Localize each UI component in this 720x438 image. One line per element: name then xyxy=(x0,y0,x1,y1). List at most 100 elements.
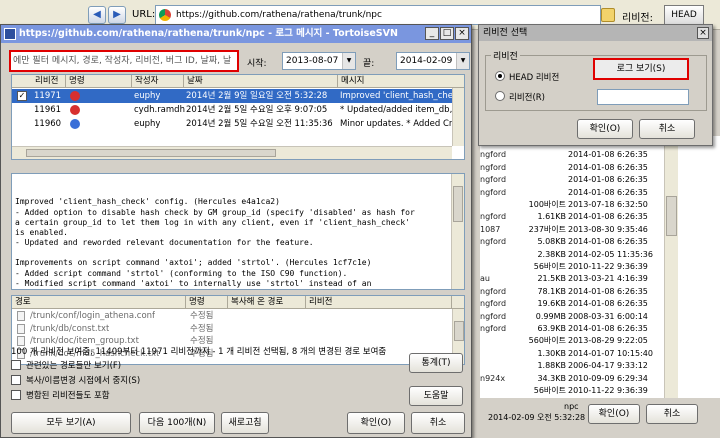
table-row[interactable]: ✓ 11971 euphy 2014년 2월 9일 일요일 오전 5:32:28 Imp… xyxy=(12,89,464,103)
file-size: 34.3KB xyxy=(537,373,566,383)
changed-path: /trunk/conf/login_athena.conf xyxy=(30,311,156,321)
file-date: 2014-01-08 6:26:35 xyxy=(568,324,648,333)
chevron-down-icon[interactable]: ▼ xyxy=(456,53,469,69)
file-icon xyxy=(17,323,25,334)
file-date: 2014-01-08 6:26:35 xyxy=(568,175,648,185)
head-revision-button[interactable]: HEAD xyxy=(664,5,704,25)
table-row[interactable]: /trunk/db/const.txt 수정됨 xyxy=(12,323,464,335)
repo-ok-button[interactable]: 확인(O) xyxy=(588,404,640,424)
refresh-url-icon[interactable] xyxy=(601,8,615,22)
file-date: 2010-09-09 6:29:34 xyxy=(568,373,648,383)
list-item[interactable]: ngford 2014-01-08 6:26:35 xyxy=(480,174,664,186)
revision-list-hscrollbar[interactable] xyxy=(12,146,452,159)
list-item[interactable]: ngford 78.1KB 2014-01-08 6:26:35 xyxy=(480,286,664,298)
column-header-revision[interactable]: 리비전 xyxy=(32,75,66,88)
relevant-paths-label: 관련있는 경로들만 보기(F) xyxy=(26,361,122,371)
revision-dialog-title: 리비전 선택 xyxy=(479,25,712,41)
column-header-path-action[interactable]: 명령 xyxy=(186,296,228,309)
file-date: 2013-08-29 9:22:05 xyxy=(568,336,648,346)
column-header-path-revision[interactable]: 리비전 xyxy=(306,296,452,309)
list-item[interactable]: ngford 0.99MB 2008-03-31 6:00:14 xyxy=(480,311,664,323)
close-icon[interactable]: × xyxy=(697,27,709,39)
relevant-paths-checkbox[interactable] xyxy=(11,360,21,370)
list-item[interactable]: 56바이트 2010-11-22 9:36:39 xyxy=(480,385,664,397)
back-arrow-icon[interactable]: ◀ xyxy=(88,6,106,24)
log-ok-button[interactable]: 확인(O) xyxy=(347,412,405,434)
list-item[interactable]: ngford 63.9KB 2014-01-08 6:26:35 xyxy=(480,323,664,335)
list-item[interactable]: 1087 237바이트 2013-08-30 9:35:46 xyxy=(480,224,664,236)
file-date: 2014-01-08 6:26:35 xyxy=(568,299,648,309)
repo-file-list-panel: 2013-11-19 5:21:51ngford2014-01-08 6:26:… xyxy=(480,136,720,438)
list-item[interactable]: 2.38KB 2014-02-05 11:35:36 xyxy=(480,249,664,261)
message-line: - Modified script command 'axtoi' to int… xyxy=(15,278,372,288)
specific-revision-radio[interactable] xyxy=(495,91,505,101)
current-path-date: 2014-02-09 오전 5:32:28 xyxy=(488,413,586,422)
minimize-icon[interactable]: _ xyxy=(425,27,439,40)
column-header-action[interactable]: 명령 xyxy=(66,75,132,88)
url-field[interactable]: https://github.com/rathena/rathena/trunk… xyxy=(155,5,601,25)
message-scrollbar[interactable] xyxy=(451,174,464,289)
revision-author: euphy xyxy=(134,91,161,101)
show-all-button[interactable]: 모두 보기(A) xyxy=(11,412,131,434)
maximize-icon[interactable]: □ xyxy=(440,27,454,40)
list-item[interactable]: ngford 19.6KB 2014-01-08 6:26:35 xyxy=(480,298,664,310)
table-row[interactable]: 11960 euphy 2014년 2월 5일 수요일 오전 11:35:36 Min… xyxy=(12,117,464,131)
close-icon[interactable]: × xyxy=(455,27,469,40)
revision-date: 2014년 2월 9일 일요일 오전 5:32:28 xyxy=(186,91,328,101)
list-item[interactable]: ngford 2014-01-08 6:26:35 xyxy=(480,162,664,174)
file-date: 2013-07-18 6:32:50 xyxy=(568,200,648,209)
refresh-button[interactable]: 새로고침 xyxy=(221,412,269,434)
list-item[interactable]: 1.30KB 2014-01-07 10:15:40 xyxy=(480,348,664,360)
include-merged-checkbox[interactable] xyxy=(11,390,21,400)
start-date-picker[interactable]: 2013-08-07 ▼ xyxy=(282,52,356,70)
log-cancel-button[interactable]: 취소 xyxy=(411,412,465,434)
revision-ok-button[interactable]: 확인(O) xyxy=(577,119,633,139)
end-date-picker[interactable]: 2014-02-09 ▼ xyxy=(396,52,470,70)
revision-list[interactable]: 리비전 명령 작성자 날짜 메시지 ✓ 11971 euphy 2014년 2월 9일… xyxy=(11,74,465,160)
head-revision-radio[interactable] xyxy=(495,71,505,81)
revision-date: 2014년 2월 5일 수요일 오전 11:35:36 xyxy=(186,119,333,129)
revision-cancel-button[interactable]: 취소 xyxy=(639,119,695,139)
log-message-text[interactable]: Improved 'client_hash_check' config. (He… xyxy=(11,173,465,290)
list-item[interactable]: 100바이트 2013-07-18 6:32:50 xyxy=(480,199,664,211)
message-line: - Added script command 'strtol' (conform… xyxy=(15,268,348,278)
message-line xyxy=(15,248,448,258)
file-size: 5.08KB xyxy=(537,237,566,247)
list-item[interactable]: 560바이트 2013-08-29 9:22:05 xyxy=(480,335,664,347)
list-item[interactable]: au 21.5KB 2013-03-21 4:16:39 xyxy=(480,273,664,285)
column-header-copied-from[interactable]: 복사해 온 경로 xyxy=(228,296,306,309)
list-item[interactable]: ngford 5.08KB 2014-01-08 6:26:35 xyxy=(480,236,664,248)
list-item[interactable]: ngford 2014-01-08 6:26:35 xyxy=(480,149,664,161)
file-size: 2.38KB xyxy=(537,249,566,259)
message-line: Improvements on script command 'axtoi'; … xyxy=(15,258,372,268)
row-checkbox[interactable]: ✓ xyxy=(17,91,27,101)
column-header-message[interactable]: 메시지 xyxy=(338,75,464,88)
tortoisesvn-icon xyxy=(4,28,16,40)
revision-number-input[interactable] xyxy=(597,89,689,105)
table-row[interactable]: /trunk/conf/login_athena.conf 수정됨 xyxy=(12,310,464,322)
column-header-date[interactable]: 날짜 xyxy=(184,75,338,88)
next-100-button[interactable]: 다음 100개(N) xyxy=(139,412,215,434)
message-line: - Updated and reworded relevant document… xyxy=(15,238,314,248)
list-item[interactable]: n924x 34.3KB 2010-09-09 6:29:34 xyxy=(480,373,664,385)
list-item[interactable]: 1.88KB 2006-04-17 9:33:12 xyxy=(480,360,664,372)
table-row[interactable]: 11961 cydh.ramdh 2014년 2월 5일 수요일 오후 9:07:0… xyxy=(12,103,464,117)
revision-list-scrollbar[interactable] xyxy=(452,88,464,146)
show-log-button[interactable]: 로그 보기(S) xyxy=(593,58,689,80)
path-action: 수정됨 xyxy=(190,323,214,334)
repo-list-scrollbar[interactable] xyxy=(664,136,678,398)
list-item[interactable]: ngford 1.61KB 2014-01-08 6:26:35 xyxy=(480,211,664,223)
help-button[interactable]: 도움말 xyxy=(409,386,463,406)
repo-cancel-button[interactable]: 취소 xyxy=(646,404,698,424)
forward-arrow-icon[interactable]: ▶ xyxy=(108,6,126,24)
chevron-down-icon[interactable]: ▼ xyxy=(342,53,355,69)
log-filter-input[interactable]: 에만 필터 메시지, 경로, 작성자, 리비전, 버그 ID, 날짜, 날 xyxy=(9,50,239,72)
stop-on-copy-checkbox[interactable] xyxy=(11,375,21,385)
list-item[interactable]: 56바이트 2010-11-22 9:36:39 xyxy=(480,261,664,273)
list-item[interactable]: ngford 2014-01-08 6:26:35 xyxy=(480,187,664,199)
end-date-value: 2014-02-09 xyxy=(400,56,453,66)
column-header-path[interactable]: 경로 xyxy=(12,296,186,309)
statistics-button[interactable]: 통계(T) xyxy=(409,353,463,373)
revision-date: 2014년 2월 5일 수요일 오후 9:07:05 xyxy=(186,105,328,115)
column-header-author[interactable]: 작성자 xyxy=(132,75,184,88)
